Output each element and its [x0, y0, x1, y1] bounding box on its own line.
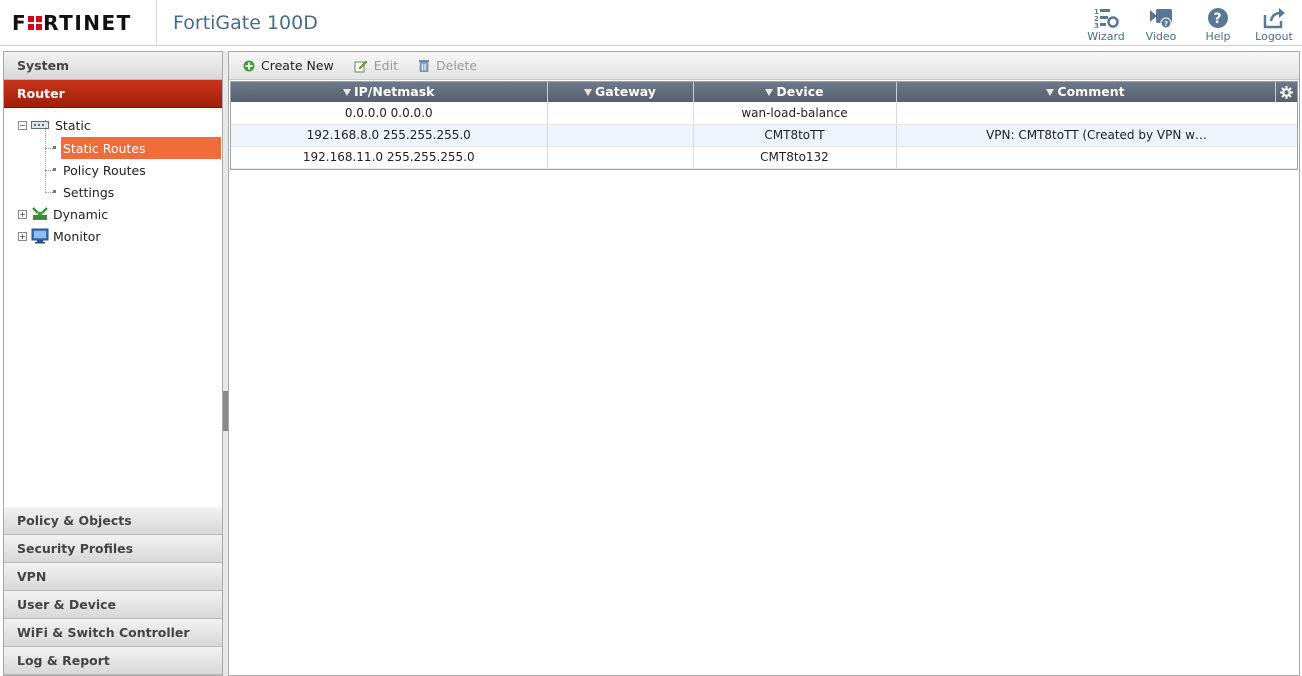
cell-ip-netmask: 192.168.8.0 255.255.255.0	[231, 124, 548, 147]
cell-comment	[896, 102, 1298, 125]
cell-gateway	[547, 146, 694, 169]
filter-icon[interactable]	[342, 89, 351, 96]
logo-red-grid-icon	[28, 16, 43, 30]
tree-item-label: Static	[55, 117, 91, 133]
cell-comment: VPN: CMT8toTT (Created by VPN w…	[896, 124, 1298, 147]
nav-section-security-profiles[interactable]: Security Profiles	[4, 535, 222, 563]
add-icon	[243, 60, 255, 72]
tree-item-label: Static Routes	[63, 140, 146, 156]
tree-item-settings[interactable]: Settings	[63, 181, 114, 203]
cell-device: CMT8to132	[693, 146, 897, 169]
tree-item-monitor[interactable]: + Monitor	[18, 225, 101, 247]
filter-icon[interactable]	[765, 89, 774, 96]
monitor-icon	[31, 228, 49, 244]
delete-button[interactable]: Delete	[418, 58, 477, 73]
dynamic-routing-icon	[31, 207, 49, 221]
help-button[interactable]: ? Help	[1194, 6, 1242, 44]
nav-bottom-sections: Policy & Objects Security Profiles VPN U…	[4, 507, 222, 675]
column-settings-button[interactable]	[1275, 81, 1298, 102]
video-button[interactable]: ? Video	[1137, 6, 1185, 44]
tree-item-policy-routes[interactable]: Policy Routes	[63, 159, 146, 181]
router-tree: − Static Static Routes Policy Routes Set…	[4, 108, 222, 508]
filter-icon[interactable]	[584, 89, 593, 96]
logout-icon	[1262, 6, 1286, 30]
tree-item-static-routes[interactable]: Static Routes	[61, 137, 221, 159]
cell-ip-netmask: 192.168.11.0 255.255.255.0	[231, 146, 548, 169]
static-routes-table: IP/Netmask Gateway Device Comment 0.0.0.…	[231, 81, 1298, 169]
main-content: Create New Edit Delete IP/Netmask Gatewa…	[228, 51, 1300, 676]
expand-icon[interactable]: +	[18, 231, 27, 241]
bullet-icon	[53, 190, 56, 193]
table-row[interactable]: 192.168.8.0 255.255.255.0 CMT8toTT VPN: …	[231, 124, 1298, 147]
table-row[interactable]: 192.168.11.0 255.255.255.0 CMT8to132	[231, 146, 1298, 169]
nav-section-vpn[interactable]: VPN	[4, 563, 222, 591]
help-icon: ?	[1206, 6, 1230, 30]
column-header-ip-netmask[interactable]: IP/Netmask	[231, 81, 548, 102]
gear-icon	[1279, 86, 1293, 99]
left-navigation: System Router − Static Static Routes Pol…	[3, 51, 223, 676]
cell-comment	[896, 146, 1298, 169]
cell-gateway	[547, 124, 694, 147]
column-header-device[interactable]: Device	[693, 81, 897, 102]
expand-icon[interactable]: +	[18, 209, 27, 219]
device-title: FortiGate 100D	[173, 12, 318, 34]
svg-text:3: 3	[1094, 22, 1099, 29]
table-header-row: IP/Netmask Gateway Device Comment	[231, 81, 1298, 102]
bullet-icon	[53, 146, 56, 149]
tree-item-label: Policy Routes	[63, 162, 146, 178]
wizard-icon: 1 2 3	[1093, 6, 1119, 30]
cell-ip-netmask: 0.0.0.0 0.0.0.0	[231, 102, 548, 125]
cell-device: wan-load-balance	[693, 102, 897, 125]
nav-section-system[interactable]: System	[4, 52, 222, 80]
column-header-comment[interactable]: Comment	[896, 81, 1276, 102]
bullet-icon	[53, 168, 56, 171]
create-new-button[interactable]: Create New	[243, 58, 334, 73]
tree-item-label: Dynamic	[53, 206, 109, 222]
collapse-icon[interactable]: −	[18, 120, 27, 130]
tree-item-label: Settings	[63, 184, 115, 200]
svg-text:?: ?	[1214, 11, 1222, 27]
nav-section-policy-objects[interactable]: Policy & Objects	[4, 507, 222, 535]
tree-item-static[interactable]: − Static	[18, 114, 91, 136]
nav-section-router[interactable]: Router	[4, 80, 222, 108]
wizard-button[interactable]: 1 2 3 Wizard	[1082, 6, 1130, 44]
edit-button[interactable]: Edit	[354, 58, 398, 73]
edit-icon	[354, 59, 368, 73]
column-header-gateway[interactable]: Gateway	[547, 81, 694, 102]
nav-section-wifi-switch[interactable]: WiFi & Switch Controller	[4, 619, 222, 647]
fortinet-logo: F RTINET	[0, 0, 157, 46]
svg-text:?: ?	[1164, 20, 1168, 28]
trash-icon	[418, 59, 430, 72]
nav-section-log-report[interactable]: Log & Report	[4, 647, 222, 675]
cell-gateway	[547, 102, 694, 125]
cell-device: CMT8toTT	[693, 124, 897, 147]
top-header: F RTINET FortiGate 100D 1 2 3 Wizard ? V…	[0, 0, 1302, 46]
tree-item-label: Monitor	[53, 228, 101, 244]
video-icon: ?	[1148, 6, 1174, 30]
filter-icon[interactable]	[1046, 89, 1055, 96]
table-row[interactable]: 0.0.0.0 0.0.0.0 wan-load-balance	[231, 102, 1298, 125]
logout-button[interactable]: Logout	[1250, 6, 1298, 44]
static-icon	[31, 120, 49, 130]
tree-item-dynamic[interactable]: + Dynamic	[18, 203, 108, 225]
toolbar: Create New Edit Delete	[229, 52, 1299, 80]
nav-section-user-device[interactable]: User & Device	[4, 591, 222, 619]
